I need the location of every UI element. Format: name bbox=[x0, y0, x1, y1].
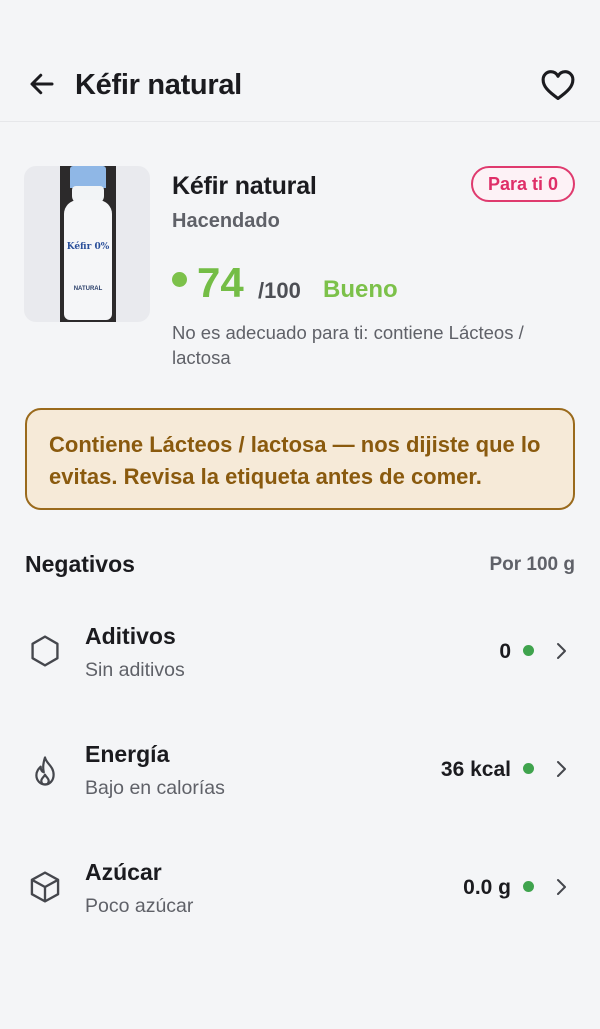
score-max: /100 bbox=[258, 278, 301, 303]
product-image[interactable]: Kéfir 0% NATURAL bbox=[24, 166, 150, 322]
product-brand: Hacendado bbox=[172, 210, 280, 232]
status-dot bbox=[523, 881, 534, 892]
chevron-right-icon bbox=[557, 643, 566, 659]
score-label: Bueno bbox=[323, 276, 398, 303]
score-value: 74 bbox=[197, 259, 244, 306]
personal-match-badge[interactable]: Para ti 0 bbox=[471, 166, 575, 202]
nutrient-row-subtitle: Poco azúcar bbox=[85, 895, 194, 917]
nutrient-row-value: 0 bbox=[499, 640, 511, 663]
product-photo-variant: NATURAL bbox=[73, 286, 103, 292]
nutrient-row-energy[interactable]: Energía Bajo en calorías 36 kcal bbox=[0, 730, 600, 820]
status-dot bbox=[523, 645, 534, 656]
chevron-right-icon bbox=[557, 879, 566, 895]
score-status-dot bbox=[172, 272, 187, 287]
nutrient-row-title: Aditivos bbox=[85, 623, 176, 649]
nutrient-row-additives[interactable]: Aditivos Sin aditivos 0 bbox=[0, 612, 600, 702]
arrow-left-icon bbox=[30, 73, 54, 95]
favorite-button[interactable] bbox=[538, 66, 578, 104]
flame-icon bbox=[35, 756, 55, 786]
nutrient-row-value: 36 kcal bbox=[440, 758, 511, 781]
section-title-negatives: Negativos bbox=[25, 551, 135, 577]
nutrient-row-subtitle: Bajo en calorías bbox=[85, 777, 225, 799]
heart-outline-icon bbox=[541, 70, 575, 101]
product-name: Kéfir natural bbox=[172, 172, 317, 200]
nutrient-row-sugar[interactable]: Azúcar Poco azúcar 0.0 g bbox=[0, 848, 600, 938]
back-button[interactable] bbox=[24, 66, 60, 102]
nutrient-row-title: Energía bbox=[85, 741, 170, 767]
allergen-warning-card: Contiene Lácteos / lactosa — nos dijiste… bbox=[25, 408, 575, 510]
hexagon-icon bbox=[31, 635, 59, 667]
per-serving-label: Por 100 g bbox=[489, 554, 575, 575]
nutrient-row-subtitle: Sin aditivos bbox=[85, 659, 185, 681]
allergen-warning-text: Contiene Lácteos / lactosa — nos dijiste… bbox=[49, 432, 541, 489]
product-photo: Kéfir 0% NATURAL bbox=[60, 166, 116, 322]
nutrient-row-value: 0.0 g bbox=[463, 876, 511, 899]
top-app-bar: Kéfir natural bbox=[0, 0, 600, 122]
page-title: Kéfir natural bbox=[75, 69, 242, 101]
suitability-notice: No es adecuado para ti: contiene Lácteos… bbox=[172, 322, 524, 368]
chevron-right-icon bbox=[557, 761, 566, 777]
product-photo-brand: Kéfir 0% bbox=[66, 242, 110, 252]
cube-icon bbox=[30, 871, 60, 903]
status-dot bbox=[523, 763, 534, 774]
nutrient-row-title: Azúcar bbox=[85, 859, 162, 885]
